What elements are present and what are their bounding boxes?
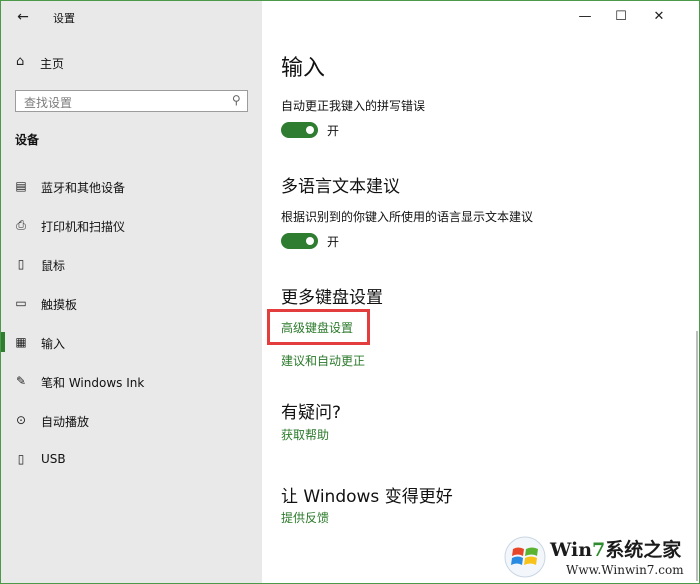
more-keyboard-heading: 更多键盘设置 [281,288,383,308]
brand-seven: 7 [592,539,606,561]
maximize-button[interactable]: ☐ [611,7,631,27]
active-indicator [1,332,5,352]
toggle-knob [306,237,314,245]
back-arrow-icon[interactable]: ← [13,7,33,27]
sidebar-item-typing[interactable]: ▦ 输入 [1,328,262,367]
sidebar-item-label: 蓝牙和其他设备 [41,181,126,195]
multilingual-heading: 多语言文本建议 [281,177,400,197]
sidebar-item-label: 鼠标 [41,259,66,273]
usb-icon: ▯ [17,452,25,466]
search-placeholder: 查找设置 [24,96,73,110]
home-icon: ⌂ [16,54,25,69]
section-title: 设备 [15,133,40,147]
search-input[interactable]: 查找设置 ⚲ [15,90,248,112]
settings-window: ← 设置 ⌂ 主页 查找设置 ⚲ 设备 ▤ 蓝牙和其他设备 ⎙ 打印机和扫描仪 … [0,0,700,584]
close-button[interactable]: ✕ [649,7,669,27]
sidebar-item-printers[interactable]: ⎙ 打印机和扫描仪 [1,211,262,250]
sidebar-item-label: 触摸板 [41,298,78,312]
autocorrect-toggle[interactable] [281,122,318,138]
sidebar-item-touchpad[interactable]: ▭ 触摸板 [1,289,262,328]
sidebar-item-bluetooth[interactable]: ▤ 蓝牙和其他设备 [1,172,262,211]
sidebar-item-label: 自动播放 [41,415,90,429]
search-icon: ⚲ [232,93,241,107]
window-title: 设置 [53,12,75,25]
sidebar-item-label: 打印机和扫描仪 [41,220,126,234]
brand-suffix: 系统之家 [605,539,682,561]
sidebar-item-label: USB [41,452,66,466]
home-label: 主页 [40,57,65,71]
brand-prefix: Win [550,539,593,561]
autoplay-icon: ⊙ [15,413,27,427]
feedback-link[interactable]: 提供反馈 [281,509,329,526]
advanced-keyboard-settings-link[interactable]: 高级键盘设置 [281,319,353,336]
sidebar-item-autoplay[interactable]: ⊙ 自动播放 [1,406,262,445]
sidebar-item-label: 输入 [41,337,66,351]
sidebar: ← 设置 ⌂ 主页 查找设置 ⚲ 设备 ▤ 蓝牙和其他设备 ⎙ 打印机和扫描仪 … [1,1,262,583]
keyboard-icon: ▦ [15,335,27,349]
autocorrect-toggle-state: 开 [327,124,340,138]
autocorrect-description: 自动更正我键入的拼写错误 [281,99,426,113]
windows-logo-icon [504,536,546,578]
main-content: — ☐ ✕ 输入 自动更正我键入的拼写错误 开 多语言文本建议 根据识别到的你键… [262,1,699,583]
multilingual-toggle-state: 开 [327,235,340,249]
touchpad-icon: ▭ [15,296,27,310]
page-title: 输入 [281,56,326,81]
multilingual-description: 根据识别到的你键入所使用的语言显示文本建议 [281,210,534,224]
sidebar-item-label: 笔和 Windows Ink [41,376,145,390]
sidebar-item-pen[interactable]: ✎ 笔和 Windows Ink [1,367,262,406]
pen-icon: ✎ [15,374,27,388]
improve-windows-heading: 让 Windows 变得更好 [281,487,453,507]
site-watermark: Win7系统之家 Www.Winwin7.com [500,527,699,583]
window-controls: — ☐ ✕ [569,1,699,33]
mouse-icon: ▯ [17,257,25,271]
minimize-button[interactable]: — [575,7,595,27]
sidebar-item-usb[interactable]: ▯ USB [1,445,262,484]
device-nav-list: ▤ 蓝牙和其他设备 ⎙ 打印机和扫描仪 ▯ 鼠标 ▭ 触摸板 ▦ 输入 ✎ 笔和… [1,172,262,484]
watermark-url: Www.Winwin7.com [566,563,684,577]
toggle-knob [306,126,314,134]
printer-icon: ⎙ [16,218,26,232]
home-nav-item[interactable]: ⌂ 主页 [1,51,262,75]
get-help-link[interactable]: 获取帮助 [281,426,329,443]
multilingual-toggle[interactable] [281,233,318,249]
watermark-brand: Win7系统之家 [550,535,681,562]
suggestions-autocorrect-link[interactable]: 建议和自动更正 [281,352,365,369]
bluetooth-devices-icon: ▤ [15,179,27,193]
title-bar: ← 设置 [1,1,262,33]
questions-heading: 有疑问? [281,403,342,423]
sidebar-item-mouse[interactable]: ▯ 鼠标 [1,250,262,289]
